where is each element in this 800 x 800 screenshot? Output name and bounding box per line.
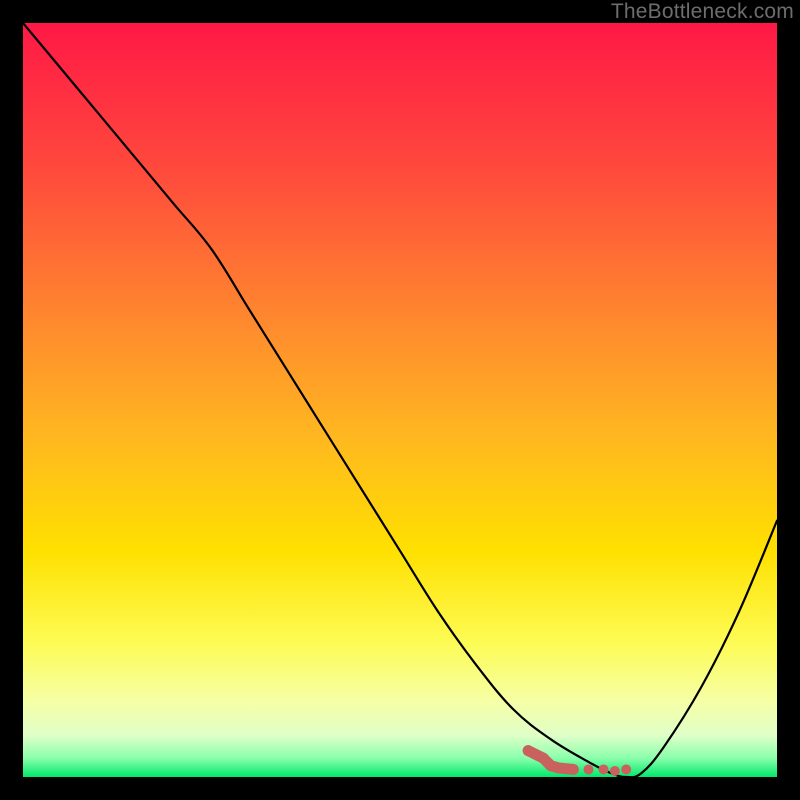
gradient-background <box>23 23 777 777</box>
chart-frame <box>23 23 777 777</box>
marker-dot <box>568 764 578 774</box>
watermark-text: TheBottleneck.com <box>611 0 794 24</box>
chart-svg <box>23 23 777 777</box>
marker-dot <box>621 764 631 774</box>
marker-dot <box>610 766 620 776</box>
marker-dot <box>599 764 609 774</box>
marker-dot <box>523 745 534 756</box>
marker-dot <box>584 764 594 774</box>
marker-dot <box>553 763 563 773</box>
